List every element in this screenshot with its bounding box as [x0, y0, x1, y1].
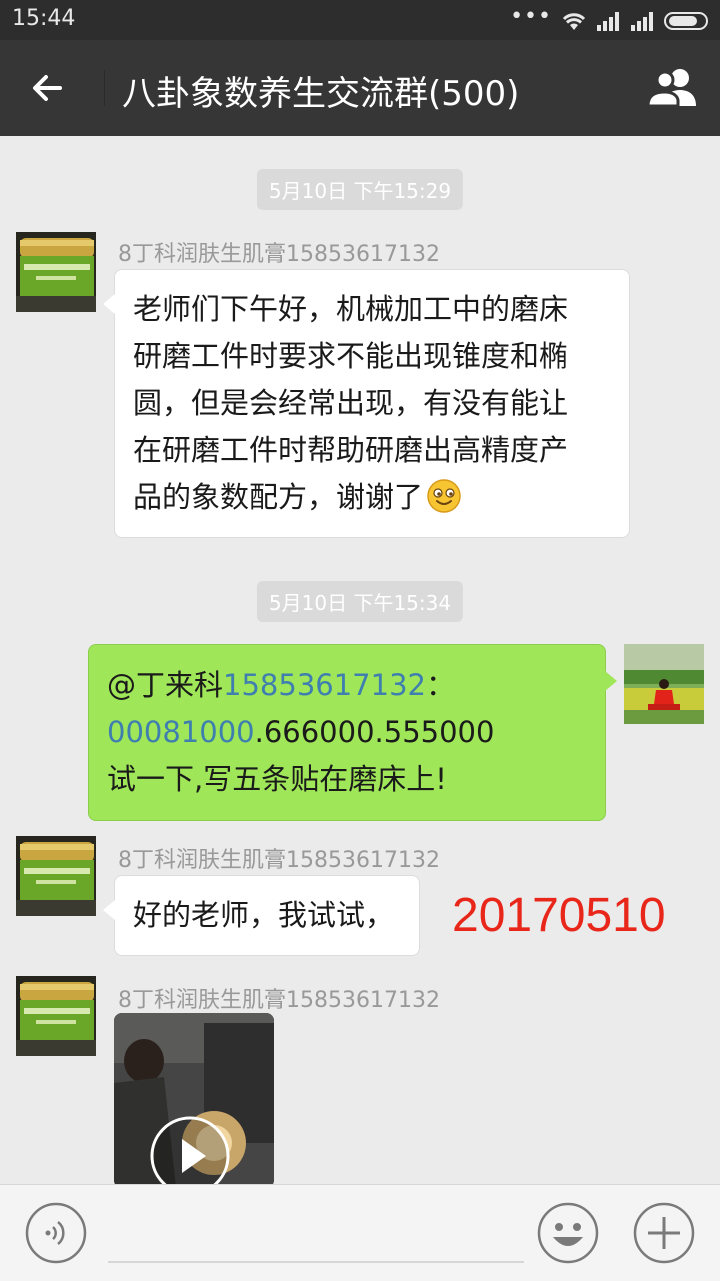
- sender-name: 8丁科润肤生肌膏15853617132: [118, 988, 440, 1013]
- message-bubble[interactable]: 老师们下午好，机械加工中的磨床 研磨工件时要求不能出现锥度和椭 圆，但是会经常出…: [103, 269, 630, 538]
- mention-text: @丁来科: [107, 668, 224, 702]
- chat-area[interactable]: 5月10日 下午15:29 8丁科润肤生肌膏15853617132 老师们下午好…: [0, 136, 720, 1184]
- ointment-jar-image: [16, 232, 96, 312]
- back-arrow-icon[interactable]: [22, 62, 74, 114]
- status-bar: 15:44 •••: [0, 0, 720, 40]
- input-bar: [0, 1184, 720, 1281]
- signal-icon: [597, 12, 619, 31]
- avatar[interactable]: [16, 232, 96, 312]
- timestamp: 5月10日 下午15:29: [256, 169, 464, 210]
- message-input[interactable]: [108, 1261, 524, 1263]
- title-bar: 八卦象数养生交流群(500): [0, 40, 720, 136]
- voice-input-icon[interactable]: [24, 1201, 88, 1265]
- ointment-jar-image: [16, 976, 96, 1056]
- battery-icon: [664, 12, 708, 30]
- message-line: 00081000.666000.555000: [107, 709, 587, 756]
- group-members-icon[interactable]: [644, 62, 702, 114]
- message-line: 圆，但是会经常出现，有没有能让: [133, 386, 569, 420]
- message-bubble-outgoing[interactable]: @丁来科15853617132： 00081000.666000.555000 …: [88, 644, 617, 821]
- message-bubble[interactable]: 好的老师，我试试，: [103, 875, 420, 956]
- video-thumbnail-image: [114, 1013, 274, 1184]
- more-dots-icon: •••: [510, 4, 552, 29]
- message-line: 研磨工件时要求不能出现锥度和椭: [133, 339, 569, 373]
- chat-title: 八卦象数养生交流群(500): [122, 74, 520, 114]
- message-line: 在研磨工件时帮助研磨出高精度产: [133, 433, 569, 467]
- smile-emoji-icon: [427, 479, 461, 513]
- date-annotation: 20170510: [452, 889, 666, 942]
- emoji-icon[interactable]: [536, 1201, 600, 1265]
- sender-name: 8丁科润肤生肌膏15853617132: [118, 242, 440, 267]
- message-line: 好的老师，我试试，: [133, 898, 395, 932]
- plus-icon[interactable]: [632, 1201, 696, 1265]
- message-line: 试一下,写五条贴在磨床上!: [107, 762, 447, 796]
- signal-icon-2: [631, 12, 653, 31]
- message-line: 品的象数配方，谢谢了: [133, 480, 424, 514]
- message-line: @丁来科15853617132：: [107, 662, 587, 709]
- code-text: .666000.555000: [254, 715, 495, 749]
- status-time: 15:44: [12, 6, 76, 31]
- message-line: 老师们下午好，机械加工中的磨床: [133, 292, 569, 326]
- avatar[interactable]: [16, 836, 96, 916]
- my-avatar[interactable]: [624, 644, 704, 724]
- avatar[interactable]: [16, 976, 96, 1056]
- sender-name: 8丁科润肤生肌膏15853617132: [118, 848, 440, 873]
- ointment-jar-image: [16, 836, 96, 916]
- wifi-icon: [562, 13, 586, 30]
- status-icons: •••: [510, 4, 708, 32]
- title-divider: [104, 70, 105, 106]
- outdoor-photo-image: [624, 644, 704, 724]
- video-message[interactable]: [114, 1013, 274, 1184]
- colon-text: ：: [425, 668, 455, 702]
- number-link[interactable]: 00081000: [107, 715, 255, 749]
- message-line-last: 品的象数配方，谢谢了: [133, 474, 611, 521]
- timestamp: 5月10日 下午15:34: [256, 581, 464, 622]
- phone-link[interactable]: 15853617132: [223, 668, 426, 702]
